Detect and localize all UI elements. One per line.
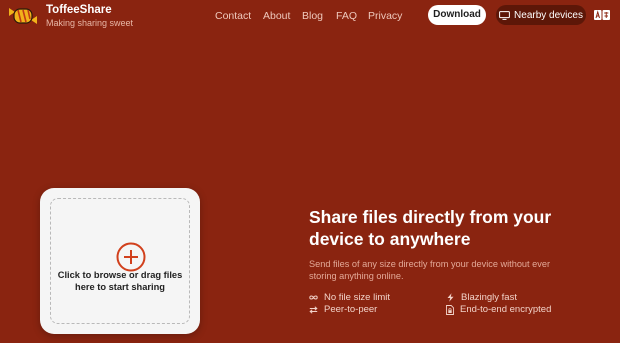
hero-title: Share files directly from your device to…	[309, 207, 552, 249]
nav-faq[interactable]: FAQ	[336, 10, 357, 22]
infinity-icon	[309, 295, 318, 300]
candy-logo-icon	[9, 8, 37, 25]
logo[interactable]: ToffeeShare Making sharing sweet	[8, 4, 134, 28]
feature-encrypted: End-to-end encrypted	[446, 304, 551, 315]
header: ToffeeShare Making sharing sweet Contact…	[0, 0, 620, 32]
download-button[interactable]: Download	[428, 5, 486, 25]
lock-file-icon	[446, 304, 454, 315]
nav-about[interactable]: About	[263, 10, 290, 22]
dropzone-dashed-area[interactable]	[50, 198, 190, 324]
feature-peer-to-peer: Peer-to-peer	[309, 304, 377, 315]
nav-blog[interactable]: Blog	[302, 10, 323, 22]
feature-no-size-limit: No file size limit	[309, 292, 390, 303]
dropzone-instructions: Click to browse or drag files here to st…	[57, 270, 183, 292]
file-dropzone[interactable]: Click to browse or drag files here to st…	[40, 188, 200, 334]
plus-circle-icon	[116, 242, 146, 272]
nav-contact[interactable]: Contact	[215, 10, 251, 22]
feature-fast: Blazingly fast	[446, 292, 517, 303]
swap-arrows-icon	[309, 305, 318, 314]
translate-icon[interactable]	[594, 10, 610, 20]
feature-label: Peer-to-peer	[324, 304, 378, 315]
monitor-icon	[499, 10, 510, 20]
brand-tagline: Making sharing sweet	[46, 17, 134, 28]
feature-label: Blazingly fast	[461, 292, 517, 303]
feature-label: No file size limit	[324, 292, 390, 303]
nearby-devices-label: Nearby devices	[514, 9, 583, 21]
brand-name: ToffeeShare	[46, 4, 112, 16]
hero-subtitle: Send files of any size directly from you…	[309, 259, 551, 281]
feature-label: End-to-end encrypted	[460, 304, 552, 315]
nav-privacy[interactable]: Privacy	[368, 10, 402, 22]
nearby-devices-button[interactable]: Nearby devices	[496, 5, 586, 25]
lightning-icon	[447, 293, 454, 302]
